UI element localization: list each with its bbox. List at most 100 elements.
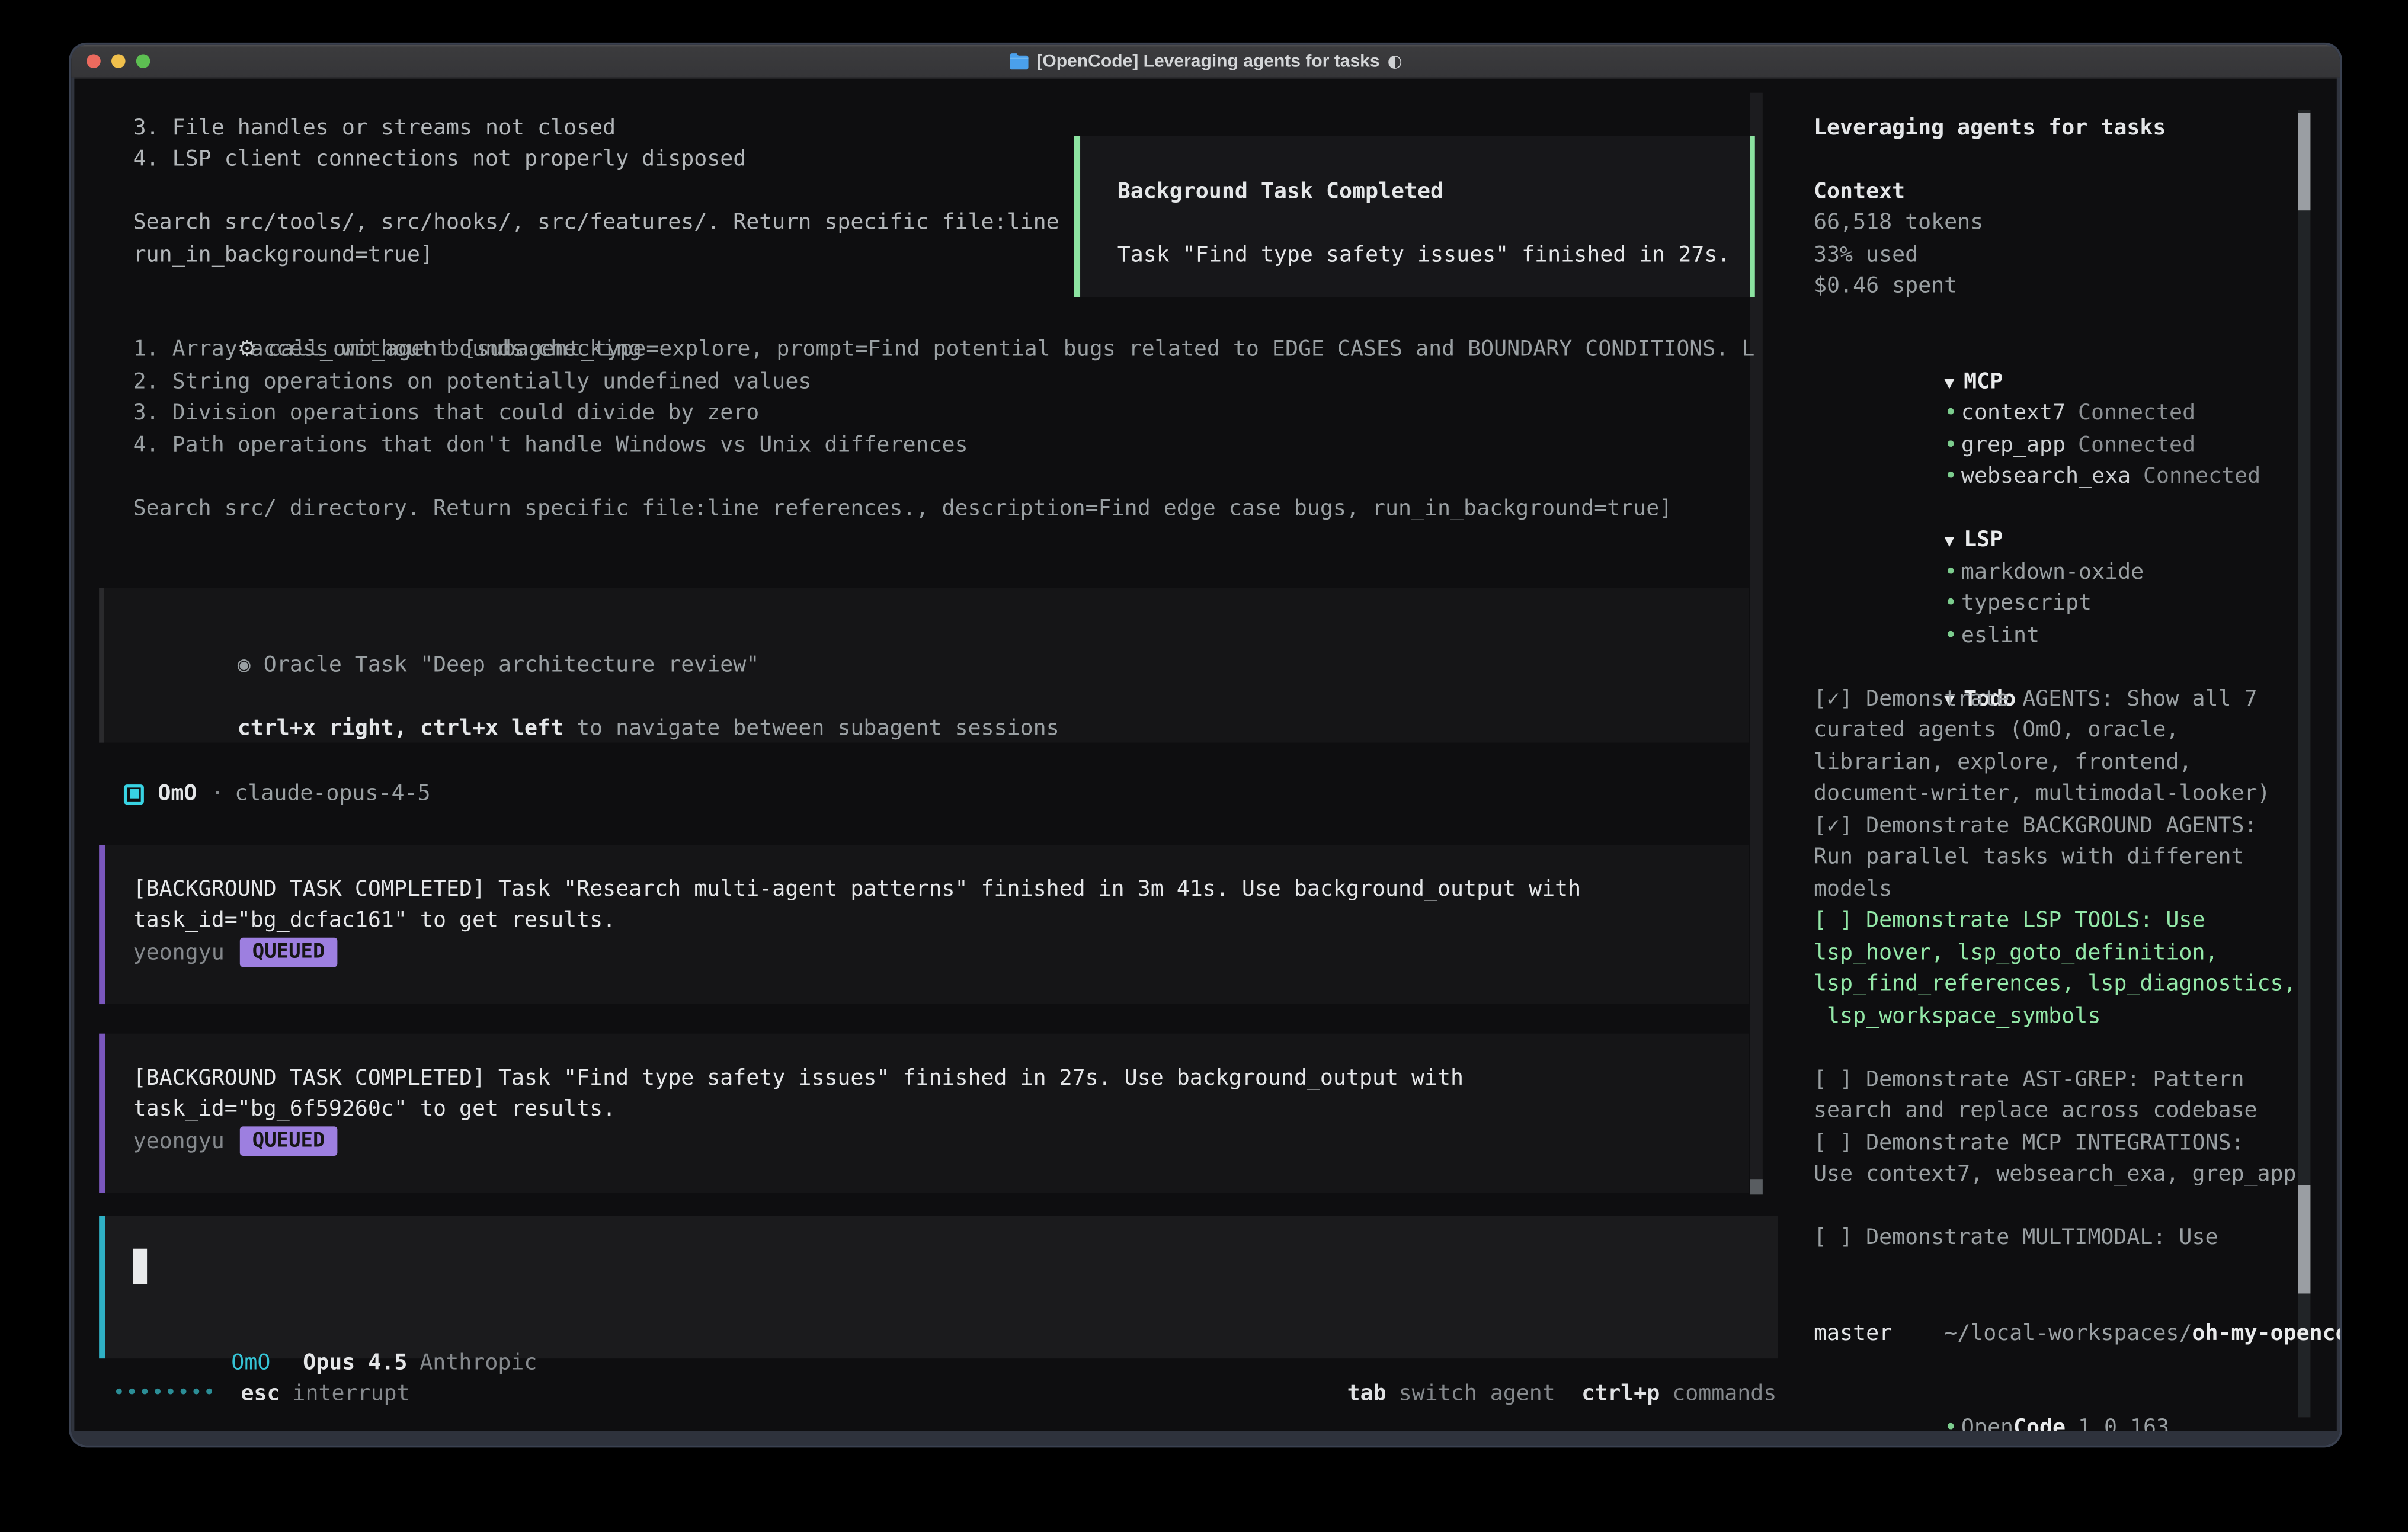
green-dot-icon: • [1944,557,1961,589]
record-icon: ◉ [238,653,251,678]
version-info: •OpenCode1.0.163 [1814,1382,2318,1414]
green-dot-icon: • [1944,398,1961,430]
context-tokens: 66,518 tokens [1814,208,2318,240]
esc-key-label: interrupt [292,1378,409,1410]
window-left-edge [71,78,74,1446]
input-model-provider: Anthropic [420,1351,537,1376]
green-dot-icon: • [1944,430,1961,461]
todo-line: [ ] Demonstrate AST-GREP: Pattern [1814,1064,2318,1096]
context-heading: Context [1814,176,2318,208]
tab-key-label: switch agent [1399,1378,1555,1410]
workspace-info: ~/local-workspaces/oh-my-opencode: maste… [1814,1286,2318,1350]
chat-scrollbar-thumb[interactable] [1750,1179,1763,1194]
input-agent-name: OmO [231,1351,270,1376]
todo-section: ▼Todo [✓] Demonstrate AGENTS: Show all 7… [1814,652,2318,1254]
window-right-edge [2337,78,2340,1446]
oracle-hint-text: to navigate between subagent sessions [563,716,1059,741]
mcp-item-status: Connected [2143,464,2260,489]
lsp-item-name: typescript [1961,591,2092,616]
todo-line: lsp_workspace_symbols [1814,1001,2318,1033]
background-task-message: [BACKGROUND TASK COMPLETED] Task "Find t… [99,1034,1749,1193]
window-titlebar[interactable]: [OpenCode] Leveraging agents for tasks ◐ [71,45,2340,79]
agent-icon [124,784,144,804]
status-badge: QUEUED [240,1127,337,1156]
todo-line: [ ] Demonstrate MULTIMODAL: Use [1814,1223,2318,1255]
tool-call-line: 2. String operations on potentially unde… [133,366,1755,398]
oracle-task-box: ◉ Oracle Task "Deep architecture review"… [99,588,1749,742]
todo-line: [✓] Demonstrate AGENTS: Show all 7 [1814,684,2318,716]
workspace-repo: oh-my-opencode: [2192,1321,2340,1346]
todo-item-pending: [ ] Demonstrate AST-GREP: Pattern search… [1814,1064,2318,1127]
tool-call-block: ⚙call_omo_agent [subagent_type=explore, … [133,303,1755,525]
statusbar-right: tab switch agent ctrl+p commands [1347,1378,1777,1410]
mcp-item-name: context7 [1961,401,2066,426]
window-title: [OpenCode] Leveraging agents for tasks [1036,52,1379,70]
green-dot-icon: • [1944,588,1961,620]
green-dot-icon: • [1944,620,1961,652]
todo-line: curated agents (OmO, oracle, [1814,715,2318,747]
todo-line: [ ] Demonstrate MCP INTEGRATIONS: [1814,1127,2318,1159]
todo-line: librarian, explore, frontend, [1814,747,2318,779]
message-author: yeongyu [133,937,225,969]
message-line: task_id="bg_6f59260c" to get results. [133,1094,1749,1126]
agent-model: claude-opus-4-5 [235,778,430,810]
todo-line: lsp_hover, lsp_goto_definition, [1814,937,2318,969]
green-dot-icon: • [1944,461,1961,493]
window-title-area: [OpenCode] Leveraging agents for tasks ◐ [71,45,2340,78]
agent-name: OmO [158,778,197,810]
tool-call-line [133,461,1755,493]
statusbar-left: •••••••• esc interrupt [113,1378,410,1410]
session-sidebar: Leveraging agents for tasks Context 66,5… [1814,113,2318,1413]
desktop: [OpenCode] Leveraging agents for tasks ◐… [0,0,2408,1532]
oracle-hint-keys: ctrl+x right, ctrl+x left [238,716,563,741]
input-model-row: OmOOpus 4.5Anthropic [127,1316,537,1348]
todo-item-done: [✓] Demonstrate BACKGROUND AGENTS: Run p… [1814,810,2318,906]
todo-line: models [1814,874,2318,906]
todo-line: [ ] Demonstrate LSP TOOLS: Use [1814,906,2318,938]
ctrlp-key-hint: ctrl+p [1581,1378,1660,1410]
lsp-heading: LSP [1964,528,2003,553]
mcp-item-status: Connected [2078,433,2195,458]
tool-call-line: Search src/ directory. Return specific f… [133,493,1755,525]
terminal-window: [OpenCode] Leveraging agents for tasks ◐… [71,45,2340,1446]
lsp-item-name: markdown-oxide [1961,560,2144,585]
status-badge: QUEUED [240,938,337,967]
context-section: Context 66,518 tokens 33% used $0.46 spe… [1814,176,2318,303]
toast-title: Background Task Completed [1117,175,1750,207]
todo-line: lsp_find_references, lsp_diagnostics, [1814,969,2318,1001]
mcp-item-name: grep_app [1961,433,2066,458]
mcp-section: ▼MCP •context7 Connected •grep_app Connect… [1814,335,2318,461]
todo-line: Use context7, websearch_exa, grep_app [1814,1159,2318,1191]
todo-line: search and replace across codebase [1814,1096,2318,1128]
todo-item-done: [✓] Demonstrate AGENTS: Show all 7 curat… [1814,684,2318,810]
folder-icon [1008,53,1029,70]
session-title: Leveraging agents for tasks [1814,113,2318,145]
input-model-name: Opus 4.5 [303,1351,407,1376]
agent-header: OmO · claude-opus-4-5 [124,778,431,810]
message-line: [BACKGROUND TASK COMPLETED] Task "Find t… [133,1062,1749,1094]
workspace-path: ~/local-workspaces/ [1944,1321,2192,1346]
separator-dot-icon: · [211,778,224,810]
message-line: task_id="bg_dcfac161" to get results. [133,905,1749,937]
text-cursor [133,1249,148,1284]
window-bottom-edge [71,1431,2340,1446]
prompt-input[interactable]: OmOOpus 4.5Anthropic [99,1216,1778,1358]
mcp-item-status: Connected [2078,401,2195,426]
mcp-section-header[interactable]: ▼MCP [1814,335,2318,367]
spinner-dots-icon: •••••••• [113,1378,216,1410]
message-line: [BACKGROUND TASK COMPLETED] Task "Resear… [133,873,1749,905]
message-author: yeongyu [133,1126,225,1158]
mcp-item-name: websearch_exa [1961,464,2131,489]
todo-line: [✓] Demonstrate BACKGROUND AGENTS: [1814,810,2318,842]
tab-key-hint: tab [1347,1378,1386,1410]
context-spent: $0.46 spent [1814,271,2318,303]
context-used: 33% used [1814,239,2318,271]
lsp-item-name: eslint [1961,623,2039,648]
chevron-down-icon: ▼ [1944,531,1954,552]
todo-item-active: [ ] Demonstrate LSP TOOLS: Use lsp_hover… [1814,906,2318,1033]
tool-call-line: 4. Path operations that don't handle Win… [133,430,1755,461]
toast-body: Task "Find type safety issues" finished … [1117,239,1750,271]
oracle-task-title: Oracle Task "Deep architecture review" [251,653,760,678]
esc-key-hint: esc [241,1378,280,1410]
mcp-heading: MCP [1964,370,2003,395]
